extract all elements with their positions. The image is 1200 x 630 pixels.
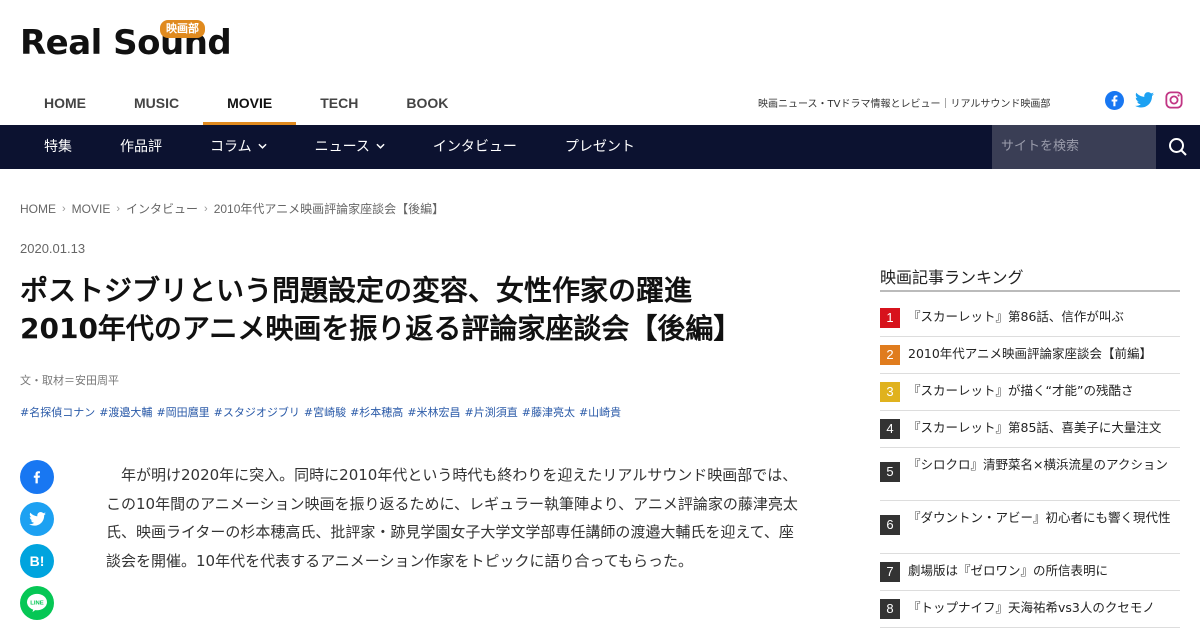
instagram-icon[interactable] bbox=[1164, 90, 1184, 110]
category-nav-interview[interactable]: インタビュー bbox=[409, 125, 541, 169]
main-nav-music[interactable]: MUSIC bbox=[110, 82, 203, 125]
ranking-item-title: 『スカーレット』第86話、信作が叫ぶ bbox=[908, 309, 1124, 324]
article-title-line: 2010年代のアニメ映画を振り返る評論家座談会【後編】 bbox=[20, 312, 742, 345]
rank-number: 2 bbox=[880, 345, 900, 365]
tag-link[interactable]: #宮崎駿 bbox=[304, 404, 346, 420]
ranking-item[interactable]: 6 『ダウントン・アビー』初心者にも響く現代性 bbox=[880, 501, 1180, 554]
breadcrumb-current: 2010年代アニメ映画評論家座談会【後編】 bbox=[213, 202, 445, 216]
ranking-item-title: 劇場版は『ゼロワン』の所信表明に bbox=[908, 563, 1109, 578]
category-nav-label: 作品評 bbox=[120, 139, 162, 155]
tag-link[interactable]: #渡邉大輔 bbox=[99, 404, 152, 420]
line-icon: LINE bbox=[27, 593, 47, 613]
facebook-icon[interactable] bbox=[1104, 90, 1124, 110]
search-icon bbox=[1169, 138, 1187, 156]
ranking-item[interactable]: 5 『シロクロ』清野菜名×横浜流星のアクション bbox=[880, 448, 1180, 501]
search-button[interactable] bbox=[1156, 125, 1200, 169]
svg-text:LINE: LINE bbox=[30, 600, 43, 606]
tag-link[interactable]: #米林宏昌 bbox=[407, 404, 460, 420]
tag-link[interactable]: #名探偵コナン bbox=[20, 404, 95, 420]
hatena-bookmark-icon: B! bbox=[29, 553, 45, 569]
tag-link[interactable]: #岡田麿里 bbox=[156, 404, 209, 420]
category-nav-present[interactable]: プレゼント bbox=[541, 125, 659, 169]
category-nav-news[interactable]: ニュース bbox=[291, 125, 409, 169]
breadcrumb: HOME › MOVIE › インタビュー › 2010年代アニメ映画評論家座談… bbox=[20, 200, 444, 217]
chevron-right-icon: › bbox=[116, 202, 121, 215]
chevron-right-icon: › bbox=[62, 202, 66, 215]
share-buttons: B! LINE bbox=[20, 460, 54, 620]
tag-link[interactable]: #藤津亮太 bbox=[522, 404, 575, 420]
ranking-item[interactable]: 4 『スカーレット』第85話、喜美子に大量注文 bbox=[880, 411, 1180, 448]
category-nav-label: 特集 bbox=[44, 139, 72, 155]
ranking-item[interactable]: 3 『スカーレット』が描く“才能”の残酷さ bbox=[880, 374, 1180, 411]
category-nav-column[interactable]: コラム bbox=[186, 125, 291, 169]
social-links bbox=[1104, 90, 1184, 110]
ranking-item-title: 『スカーレット』第85話、喜美子に大量注文 bbox=[908, 420, 1162, 435]
tag-link[interactable]: #山崎貴 bbox=[579, 404, 621, 420]
main-nav-home[interactable]: HOME bbox=[20, 82, 110, 125]
main-nav-book[interactable]: BOOK bbox=[382, 82, 472, 125]
rank-number: 1 bbox=[880, 308, 900, 328]
category-nav-feature[interactable]: 特集 bbox=[20, 125, 96, 169]
ranking-list: 1 『スカーレット』第86話、信作が叫ぶ 2 2010年代アニメ映画評論家座談会… bbox=[880, 300, 1180, 628]
category-nav-bar: 特集 作品評 コラム ニュース インタビュー プレゼント サイトを検索 bbox=[0, 125, 1200, 169]
hatena-share-button[interactable]: B! bbox=[20, 544, 54, 578]
article-title: ポストジブリという問題設定の変容、女性作家の躍進 2010年代のアニメ映画を振り… bbox=[20, 272, 820, 348]
article-byline: 文・取材＝安田周平 bbox=[20, 374, 119, 387]
article-title-line: ポストジブリという問題設定の変容、女性作家の躍進 bbox=[20, 274, 693, 307]
category-nav-label: ニュース bbox=[314, 139, 370, 155]
main-nav-tech[interactable]: TECH bbox=[296, 82, 382, 125]
ranking-item[interactable]: 1 『スカーレット』第86話、信作が叫ぶ bbox=[880, 300, 1180, 337]
main-nav: HOME MUSIC MOVIE TECH BOOK bbox=[20, 82, 472, 125]
line-share-button[interactable]: LINE bbox=[20, 586, 54, 620]
facebook-icon bbox=[33, 471, 40, 484]
twitter-share-button[interactable] bbox=[20, 502, 54, 536]
breadcrumb-interview[interactable]: インタビュー bbox=[126, 200, 198, 217]
ranking-item[interactable]: 7 劇場版は『ゼロワン』の所信表明に bbox=[880, 554, 1180, 591]
article-tags: #名探偵コナン #渡邉大輔 #岡田麿里 #スタジオジブリ #宮崎駿 #杉本穂高 … bbox=[20, 404, 621, 420]
main-nav-movie[interactable]: MOVIE bbox=[203, 82, 297, 125]
rank-number: 5 bbox=[880, 462, 900, 482]
article-lead-paragraph: 年が明け2020年に突入。同時に2010年代という時代も終わりを迎えたリアルサウ… bbox=[106, 466, 798, 570]
twitter-icon bbox=[28, 512, 46, 526]
ranking-item-title: 『シロクロ』清野菜名×横浜流星のアクション bbox=[908, 457, 1168, 472]
category-nav-label: プレゼント bbox=[564, 139, 635, 155]
tag-link[interactable]: #スタジオジブリ bbox=[214, 404, 300, 420]
search-input[interactable]: サイトを検索 bbox=[992, 125, 1156, 169]
ranking-item-title: 『トップナイフ』天海祐希vs3人のクセモノ bbox=[908, 600, 1155, 615]
article-date: 2020.01.13 bbox=[20, 241, 86, 256]
ranking-item-title: 『スカーレット』が描く“才能”の残酷さ bbox=[908, 383, 1134, 398]
ranking-title: 映画記事ランキング bbox=[880, 268, 1024, 287]
ranking-item-title: 『ダウントン・アビー』初心者にも響く現代性 bbox=[908, 510, 1171, 525]
rank-number: 8 bbox=[880, 599, 900, 619]
ranking-divider bbox=[880, 290, 1180, 292]
breadcrumb-home[interactable]: HOME bbox=[20, 202, 56, 216]
logo-badge: 映画部 bbox=[160, 20, 205, 38]
ranking-item[interactable]: 8 『トップナイフ』天海祐希vs3人のクセモノ bbox=[880, 591, 1180, 628]
rank-number: 4 bbox=[880, 419, 900, 439]
rank-number: 7 bbox=[880, 562, 900, 582]
rank-number: 3 bbox=[880, 382, 900, 402]
twitter-icon[interactable] bbox=[1134, 90, 1154, 110]
breadcrumb-movie[interactable]: MOVIE bbox=[72, 202, 111, 216]
facebook-share-button[interactable] bbox=[20, 460, 54, 494]
tag-link[interactable]: #片渕須直 bbox=[465, 404, 518, 420]
ranking-item-title: 2010年代アニメ映画評論家座談会【前編】 bbox=[908, 346, 1153, 361]
ranking-item[interactable]: 2 2010年代アニメ映画評論家座談会【前編】 bbox=[880, 337, 1180, 374]
rank-number: 6 bbox=[880, 515, 900, 535]
category-nav-label: コラム bbox=[210, 139, 252, 155]
site-tagline: 映画ニュース・TVドラマ情報とレビュー｜リアルサウンド映画部 bbox=[758, 99, 1051, 110]
tag-link[interactable]: #杉本穂高 bbox=[350, 404, 403, 420]
site-logo[interactable]: Real Sound 映画部 bbox=[20, 20, 232, 62]
category-nav-label: インタビュー bbox=[432, 139, 517, 155]
category-nav-review[interactable]: 作品評 bbox=[96, 125, 186, 169]
chevron-down-icon bbox=[376, 125, 385, 169]
chevron-right-icon: › bbox=[204, 202, 208, 215]
chevron-down-icon bbox=[257, 125, 267, 169]
